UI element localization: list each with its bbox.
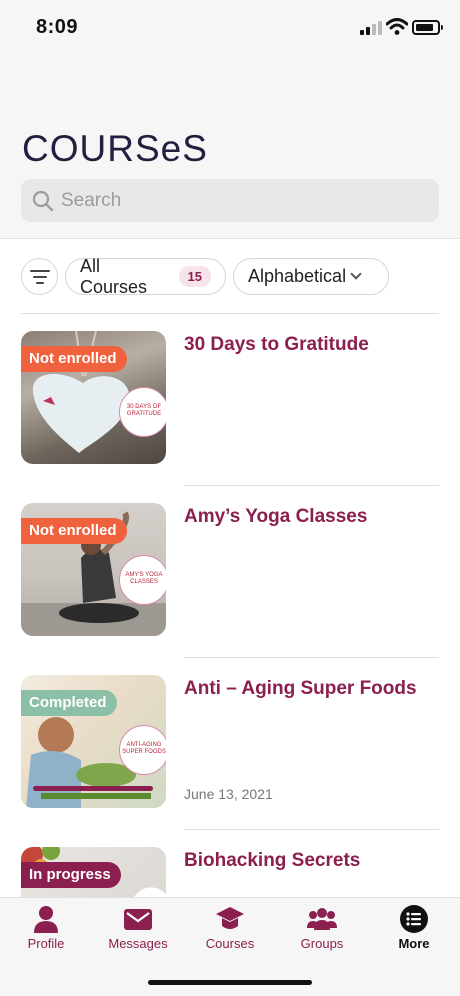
all-courses-filter[interactable]: All Courses 15 — [65, 255, 226, 297]
divider — [184, 829, 439, 830]
search-icon — [32, 190, 54, 212]
course-thumbnail: AMY'S YOGA CLASSES Not enrolled — [21, 503, 166, 636]
status-time: 8:09 — [36, 16, 79, 38]
filter-button[interactable] — [21, 258, 58, 295]
course-thumbnail: ANTI-AGING SUPER FOODS Completed — [21, 675, 166, 808]
course-title[interactable]: Anti – Aging Super Foods — [184, 675, 424, 702]
status-badge: Not enrolled — [21, 346, 127, 372]
graduation-cap-icon — [216, 907, 244, 929]
filter-row: All Courses 15 Alphabetical — [21, 255, 441, 297]
divider — [21, 313, 439, 314]
course-count-badge: 15 — [178, 266, 211, 287]
search-input[interactable] — [61, 179, 421, 222]
course-logo: ANTI-AGING SUPER FOODS — [119, 725, 166, 775]
filter-icon — [30, 270, 50, 284]
status-badge: Completed — [21, 690, 117, 716]
envelope-icon — [124, 909, 152, 930]
tab-label: Courses — [205, 936, 255, 951]
course-logo: 30 DAYS OF GRATITUDE — [119, 387, 166, 437]
divider — [184, 485, 439, 486]
sort-dropdown[interactable]: Alphabetical — [233, 258, 389, 295]
course-item[interactable]: 30 DAYS OF GRATITUDE Not enrolled 30 Day… — [21, 331, 439, 465]
search-bar[interactable] — [21, 179, 439, 222]
screen: 8:09 COURSeS Search All Courses 15 Alpha… — [0, 0, 460, 996]
battery-icon — [412, 20, 443, 35]
sort-label: Alphabetical — [248, 266, 347, 286]
course-date: June 13, 2021 — [184, 786, 273, 802]
wifi-icon — [386, 18, 408, 35]
course-title[interactable]: Biohacking Secrets — [184, 847, 424, 874]
status-bar: 8:09 — [0, 0, 460, 56]
tab-profile[interactable]: Profile — [0, 898, 92, 958]
tab-more[interactable]: More — [368, 898, 460, 958]
divider — [184, 657, 439, 658]
course-thumbnail: In progress — [21, 847, 166, 897]
tab-label: Groups — [300, 936, 344, 951]
status-badge: In progress — [21, 862, 121, 888]
all-courses-label: All Courses — [80, 255, 148, 297]
tab-label: Messages — [108, 936, 168, 951]
group-icon — [307, 908, 337, 930]
course-item[interactable]: In progress Biohacking Secrets — [21, 847, 439, 897]
progress-bar — [33, 786, 153, 791]
tab-label: More — [398, 936, 430, 951]
page-header: COURSeS — [0, 56, 460, 239]
tab-courses[interactable]: Courses — [184, 898, 276, 958]
list-icon — [400, 905, 428, 933]
home-indicator[interactable] — [148, 980, 312, 985]
course-logo: AMY'S YOGA CLASSES — [119, 555, 166, 605]
tab-label: Profile — [27, 936, 65, 951]
course-thumbnail: 30 DAYS OF GRATITUDE Not enrolled — [21, 331, 166, 464]
tab-groups[interactable]: Groups — [276, 898, 368, 958]
course-item[interactable]: AMY'S YOGA CLASSES Not enrolled Amy’s Yo… — [21, 503, 439, 637]
signal-icon — [360, 21, 382, 35]
course-title[interactable]: Amy’s Yoga Classes — [184, 503, 424, 530]
course-item[interactable]: ANTI-AGING SUPER FOODS Completed Anti – … — [21, 675, 439, 809]
chevron-down-icon — [350, 268, 362, 280]
tab-messages[interactable]: Messages — [92, 898, 184, 958]
status-badge: Not enrolled — [21, 518, 127, 544]
person-icon — [34, 906, 58, 933]
page-title: COURSeS — [22, 128, 208, 169]
course-title[interactable]: 30 Days to Gratitude — [184, 331, 424, 358]
